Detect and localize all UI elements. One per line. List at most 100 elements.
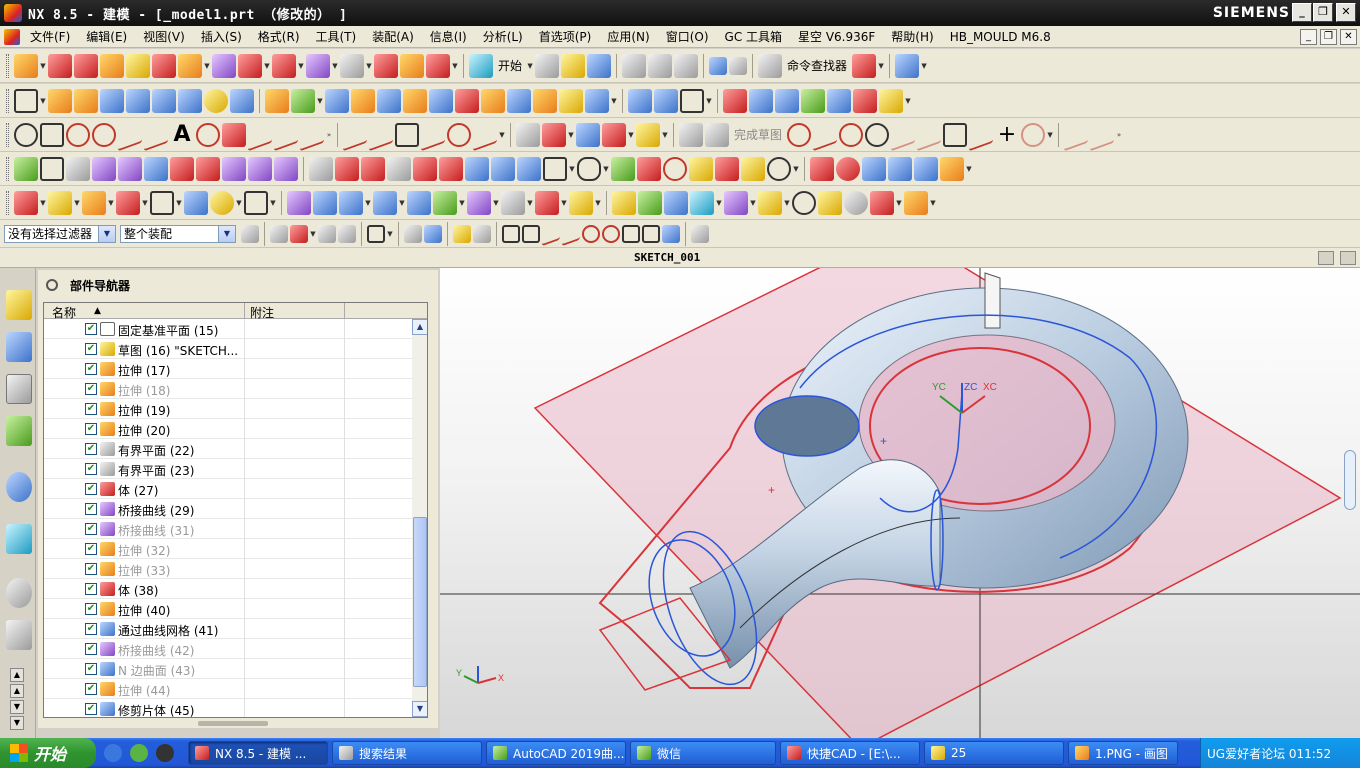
tree-row[interactable]: ✔ 修剪片体 (45) xyxy=(44,699,412,717)
paste-icon[interactable] xyxy=(674,53,699,78)
polyline-icon[interactable] xyxy=(118,118,142,151)
layer-icon[interactable] xyxy=(66,156,90,181)
visibility-checkbox[interactable]: ✔ xyxy=(85,703,97,715)
binoculars-icon[interactable] xyxy=(758,53,783,78)
graphics-window[interactable]: YC ZC XC + + Y X xyxy=(440,268,1360,738)
mold-csys-icon[interactable] xyxy=(126,53,150,78)
more-arrow-icon[interactable]: » xyxy=(1115,123,1123,147)
shrinkage-icon[interactable] xyxy=(152,53,176,78)
model-view[interactable]: YC ZC XC + + Y X xyxy=(440,268,1360,738)
offset-curve-icon[interactable] xyxy=(144,118,168,151)
curve-length-icon[interactable] xyxy=(516,122,540,147)
n-sided-surface-icon[interactable] xyxy=(853,88,877,113)
column-divider[interactable] xyxy=(244,303,245,319)
fillet-icon[interactable] xyxy=(92,122,116,147)
ie-icon[interactable] xyxy=(104,744,122,762)
body-select-icon[interactable] xyxy=(424,224,442,243)
workpiece-icon[interactable] xyxy=(74,53,98,78)
abs-icon[interactable] xyxy=(14,156,38,181)
panel-resize-grip[interactable] xyxy=(198,721,268,726)
tree-row[interactable]: ✔ 桥接曲线 (42) xyxy=(44,639,412,659)
scroll-up-button[interactable]: ▲ xyxy=(412,319,427,335)
menu-analysis[interactable]: 分析(L) xyxy=(475,28,531,45)
section-view-icon[interactable] xyxy=(309,156,333,181)
redo-icon[interactable] xyxy=(729,56,748,75)
snap-existing-icon[interactable] xyxy=(622,224,640,243)
menu-assembly[interactable]: 装配(A) xyxy=(364,28,422,45)
dimension-icon[interactable] xyxy=(542,122,566,147)
visibility-checkbox[interactable]: ✔ xyxy=(85,403,97,415)
dropdown-arrow-icon[interactable]: ▼ xyxy=(627,123,635,147)
dropdown-arrow-icon[interactable]: ▼ xyxy=(929,191,937,215)
swept-icon[interactable] xyxy=(801,88,825,113)
toolbar-grip[interactable] xyxy=(6,122,9,147)
dropdown-arrow-icon[interactable]: ▼ xyxy=(175,191,183,215)
menu-tools[interactable]: 工具(T) xyxy=(308,28,365,45)
roles-icon[interactable] xyxy=(6,620,32,650)
sketch-trim-icon[interactable] xyxy=(1064,118,1089,151)
ring-icon[interactable] xyxy=(792,190,816,215)
plus-icon[interactable]: + xyxy=(995,122,1019,147)
dropdown-arrow-icon[interactable]: ▼ xyxy=(39,54,47,78)
snap-quadrant-icon[interactable] xyxy=(602,224,620,243)
constraint-icon[interactable] xyxy=(602,122,626,147)
save-icon[interactable] xyxy=(587,53,612,78)
visibility-checkbox[interactable]: ✔ xyxy=(85,523,97,535)
menu-insert[interactable]: 插入(S) xyxy=(193,28,250,45)
visibility-checkbox[interactable]: ✔ xyxy=(85,463,97,475)
datum-csys-icon[interactable] xyxy=(680,88,704,113)
mold-init-icon[interactable] xyxy=(48,53,72,78)
menu-edit[interactable]: 编辑(E) xyxy=(78,28,135,45)
show-icon[interactable] xyxy=(413,156,437,181)
open-file-icon[interactable] xyxy=(561,53,586,78)
dropdown-arrow-icon[interactable]: ▼ xyxy=(141,191,149,215)
tree-row[interactable]: ✔ 拉伸 (20) xyxy=(44,419,412,439)
dropdown-arrow-icon[interactable]: ▼ xyxy=(792,157,800,181)
toolbar-grip[interactable] xyxy=(6,156,9,181)
bounded-plane-icon[interactable] xyxy=(723,88,747,113)
task-autocad[interactable]: AutoCAD 2019曲... xyxy=(486,741,626,765)
isometric-view-icon[interactable] xyxy=(888,156,912,181)
column-divider[interactable] xyxy=(344,303,345,319)
mold-drawing-icon[interactable] xyxy=(400,53,424,78)
undo-icon[interactable] xyxy=(709,56,728,75)
parting-icon[interactable] xyxy=(178,53,202,78)
panda-icon[interactable] xyxy=(844,190,868,215)
tree-row[interactable]: ✔ 拉伸 (18) xyxy=(44,379,412,399)
circle-icon[interactable] xyxy=(865,122,890,147)
browser-icon[interactable] xyxy=(130,744,148,762)
background-icon[interactable] xyxy=(940,156,964,181)
scroll-bottom-icon[interactable]: ▼ xyxy=(10,716,24,730)
scroll-up-icon[interactable]: ▲ xyxy=(10,684,24,698)
dropdown-arrow-icon[interactable]: ▼ xyxy=(526,54,534,78)
line-icon[interactable] xyxy=(813,118,838,151)
trim-curve-icon[interactable] xyxy=(343,118,367,151)
new-file-icon[interactable] xyxy=(535,53,560,78)
hole-icon[interactable] xyxy=(230,88,254,113)
sketch-conic-icon[interactable] xyxy=(1021,122,1046,147)
menu-window[interactable]: 窗口(O) xyxy=(658,28,717,45)
dropdown-arrow-icon[interactable]: ▼ xyxy=(904,89,912,113)
sketch-chamfer-icon[interactable] xyxy=(917,118,942,151)
cone-icon[interactable] xyxy=(178,88,202,113)
ejector-icon[interactable] xyxy=(272,53,296,78)
mirror-icon[interactable] xyxy=(559,88,583,113)
selection-mode-icon[interactable] xyxy=(852,53,877,78)
paint-icon[interactable] xyxy=(335,156,359,181)
palette-icon[interactable] xyxy=(870,190,894,215)
select-cursor-icon[interactable] xyxy=(338,224,356,243)
tree-row[interactable]: ✔ 固定基准平面 (15) xyxy=(44,319,412,339)
book-icon[interactable] xyxy=(407,190,431,215)
dropdown-arrow-icon[interactable]: ▼ xyxy=(316,89,324,113)
dropdown-arrow-icon[interactable]: ▼ xyxy=(235,191,243,215)
slider-icon[interactable] xyxy=(306,53,330,78)
ruler-icon[interactable] xyxy=(82,190,106,215)
points-icon[interactable] xyxy=(501,190,525,215)
snap-intersect-icon[interactable] xyxy=(562,221,580,246)
filter-gear-icon[interactable] xyxy=(241,224,259,243)
select-arrow-icon[interactable] xyxy=(318,224,336,243)
chamfer-icon[interactable] xyxy=(429,88,453,113)
copy-icon[interactable] xyxy=(648,53,673,78)
tree-row[interactable]: ✔ 草图 (16) "SKETCH... xyxy=(44,339,412,359)
bucket-icon[interactable] xyxy=(569,190,593,215)
